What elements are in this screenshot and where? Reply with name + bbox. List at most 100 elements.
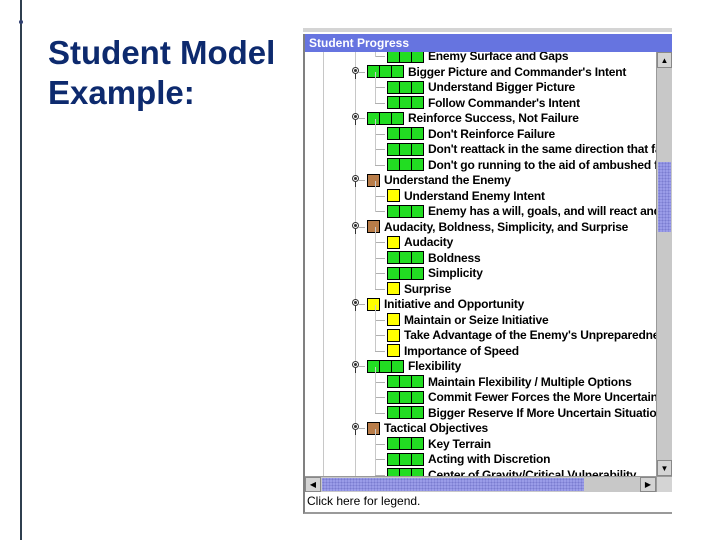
vertical-scroll-thumb[interactable] — [658, 162, 671, 232]
horizontal-scrollbar[interactable]: ◀ ▶ — [305, 476, 656, 492]
tree-node-topic[interactable]: Audacity, Boldness, Simplicity, and Surp… — [367, 219, 628, 235]
mastery-bar — [400, 438, 411, 449]
mastery-bar — [412, 159, 423, 170]
tree-node-skill[interactable]: Don't go running to the aid of ambushed … — [387, 157, 656, 173]
tree-node-topic[interactable]: Flexibility — [367, 358, 461, 374]
tree-node-label: Simplicity — [428, 266, 483, 280]
tree-node-skill[interactable]: Maintain Flexibility / Multiple Options — [387, 374, 632, 390]
tree-node-topic[interactable]: Reinforce Success, Not Failure — [367, 110, 579, 126]
tree-node-label: Reinforce Success, Not Failure — [408, 111, 579, 125]
tree-node-label: Understand the Enemy — [384, 173, 511, 187]
tree-node-label: Follow Commander's Intent — [428, 95, 580, 110]
bullet-dot — [19, 20, 23, 24]
expand-toggle-icon[interactable] — [352, 299, 359, 306]
arrow-left-icon: ◀ — [309, 480, 317, 489]
tree-connector — [375, 211, 385, 212]
tree-node-skill[interactable]: Boldness — [387, 250, 481, 266]
tree-node-skill[interactable]: Follow Commander's Intent — [387, 95, 580, 111]
scroll-down-button[interactable]: ▼ — [657, 460, 672, 476]
tree-connector — [375, 428, 376, 444]
expand-toggle-stem — [355, 368, 356, 373]
mastery-bars-icon — [387, 266, 424, 280]
tree-connector — [375, 273, 385, 274]
expand-toggle-icon[interactable] — [352, 361, 359, 368]
tree-node-skill[interactable]: Importance of Speed — [387, 343, 519, 359]
expand-toggle-stem — [355, 228, 356, 234]
tree-node-skill[interactable]: Don't Reinforce Failure — [387, 126, 555, 142]
slide-title: Student Model Example: — [48, 33, 275, 113]
mastery-bar — [412, 81, 423, 93]
mastery-bar — [388, 267, 399, 279]
tree-node-topic[interactable]: Initiative and Opportunity — [367, 296, 524, 312]
tree-connector — [375, 149, 376, 165]
tree-connector — [375, 320, 376, 336]
mastery-bar — [400, 128, 411, 139]
tree-connector — [375, 87, 376, 103]
mastery-bar — [400, 159, 411, 170]
tree-node-skill[interactable]: Center of Gravity/Critical Vulnerability — [387, 467, 637, 477]
mastery-bar — [388, 52, 399, 62]
mastery-bar — [388, 81, 399, 93]
tree-node-topic[interactable]: Bigger Picture and Commander's Intent — [367, 64, 626, 80]
tree-connector — [375, 319, 385, 321]
scroll-right-button[interactable]: ▶ — [640, 477, 656, 492]
tree-node-skill[interactable]: Commit Fewer Forces the More Uncertain t — [387, 389, 656, 405]
tree-node-label: Boldness — [428, 250, 481, 265]
tree-node-skill[interactable]: Simplicity — [387, 265, 483, 281]
tree-connector — [375, 304, 376, 320]
tree-node-skill[interactable]: Maintain or Seize Initiative — [387, 312, 549, 328]
slide-title-line2: Example: — [48, 74, 195, 111]
progress-tree[interactable]: Enemy Surface and Gaps Bigger Picture and… — [305, 52, 656, 476]
mastery-bar — [412, 143, 423, 155]
mastery-bar — [388, 438, 399, 449]
tree-node-label: Don't go running to the aid of ambushed … — [428, 157, 656, 172]
tree-node-skill[interactable]: Acting with Discretion — [387, 451, 550, 467]
expand-toggle-icon[interactable] — [352, 423, 359, 430]
tree-node-skill[interactable]: Audacity — [387, 234, 453, 250]
tree-node-skill[interactable]: Don't reattack in the same direction tha… — [387, 141, 656, 157]
tree-connector — [375, 366, 376, 382]
tree-node-topic[interactable]: Tactical Objectives — [367, 420, 488, 436]
tree-node-skill[interactable]: Bigger Reserve If More Uncertain Situati… — [387, 405, 656, 421]
tree-node-skill[interactable]: Surprise — [387, 281, 451, 297]
tree-node-label: Center of Gravity/Critical Vulnerability — [428, 467, 637, 477]
scroll-left-button[interactable]: ◀ — [305, 477, 321, 492]
tree-connector — [375, 242, 385, 243]
horizontal-scroll-thumb[interactable] — [322, 478, 584, 491]
expand-toggle-stem — [355, 120, 356, 125]
tree-connector — [359, 304, 365, 305]
expand-toggle-icon[interactable] — [352, 175, 359, 182]
tree-connector — [375, 288, 385, 290]
tree-node-label: Flexibility — [408, 359, 462, 373]
mastery-bar — [392, 66, 403, 77]
partial-progress-icon — [387, 313, 400, 326]
expand-toggle-icon[interactable] — [352, 66, 359, 74]
tree-node-label: Tactical Objectives — [384, 421, 489, 435]
tree-node-label: Enemy has a will, goals, and will react … — [428, 204, 656, 218]
mastery-bars-icon — [387, 437, 424, 450]
tree-node-skill[interactable]: Key Terrain — [387, 436, 491, 452]
tree-connector — [375, 227, 376, 243]
tree-node-skill[interactable]: Enemy Surface and Gaps — [387, 52, 569, 64]
expand-toggle-stem — [355, 73, 356, 79]
vertical-scrollbar[interactable]: ▲ ▼ — [656, 52, 672, 476]
expand-toggle-icon[interactable] — [352, 221, 359, 229]
mastery-bar — [388, 159, 399, 170]
mastery-bar — [412, 376, 423, 387]
mastery-bars-icon — [387, 96, 424, 109]
tree-connector — [375, 133, 385, 135]
tree-node-skill[interactable]: Understand Enemy Intent — [387, 188, 545, 204]
legend-link[interactable]: Click here for legend. — [307, 493, 420, 509]
slide-title-line1: Student Model — [48, 34, 276, 71]
scroll-up-button[interactable]: ▲ — [657, 52, 672, 68]
partial-progress-icon — [387, 282, 400, 295]
tree-node-label: Understand Enemy Intent — [404, 188, 545, 203]
tree-node-skill[interactable]: Enemy has a will, goals, and will react … — [387, 203, 656, 219]
tree-connector — [375, 87, 385, 88]
expand-toggle-icon[interactable] — [352, 113, 359, 120]
mastery-bar — [400, 469, 411, 476]
mastery-bar — [380, 360, 391, 372]
tree-node-skill[interactable]: Understand Bigger Picture — [387, 79, 575, 95]
tree-node-skill[interactable]: Take Advantage of the Enemy's Unprepared… — [387, 327, 656, 343]
tree-node-topic[interactable]: Understand the Enemy — [367, 172, 511, 188]
